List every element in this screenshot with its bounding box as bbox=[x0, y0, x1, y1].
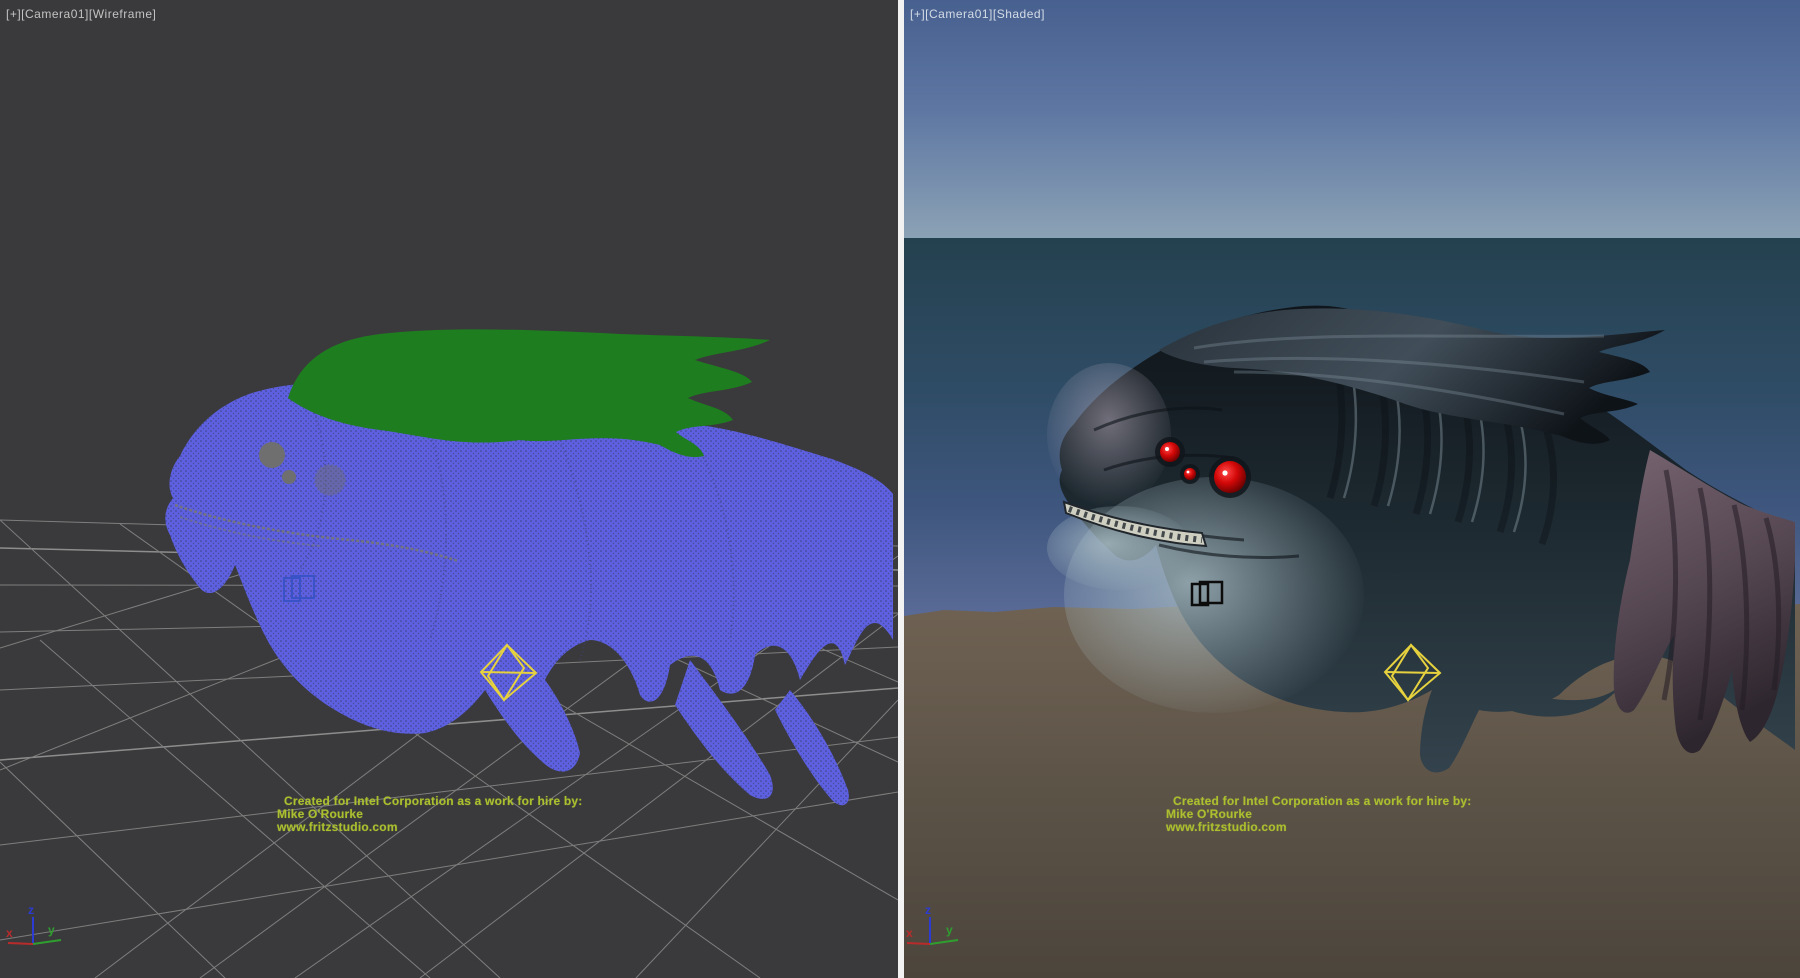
viewport-label-shaded[interactable]: [+][Camera01][Shaded] bbox=[910, 7, 1045, 21]
head-sheen bbox=[1047, 363, 1171, 507]
axis-y-label: y bbox=[946, 923, 953, 937]
axis-x-label: x bbox=[6, 926, 13, 940]
viewport-label-wireframe[interactable]: [+][Camera01][Wireframe] bbox=[6, 7, 156, 21]
axis-x-label: x bbox=[906, 926, 913, 940]
axis-tripod: z x y bbox=[0, 903, 80, 973]
axis-z-label: z bbox=[925, 903, 931, 917]
watermark-text: Created for Intel Corporation as a work … bbox=[1166, 795, 1471, 834]
watermark-line-3: www.fritzstudio.com bbox=[1166, 821, 1471, 834]
viewport-shaded[interactable]: [+][Camera01][Shaded] bbox=[904, 0, 1800, 978]
dual-viewport-stage: [+][Camera01][Wireframe] bbox=[0, 0, 1800, 978]
watermark-text: Created for Intel Corporation as a work … bbox=[277, 795, 582, 834]
watermark-line-3: www.fritzstudio.com bbox=[277, 821, 582, 834]
axis-tripod: z x y bbox=[904, 903, 984, 973]
viewport-wireframe[interactable]: [+][Camera01][Wireframe] bbox=[0, 0, 898, 978]
axis-y-label: y bbox=[48, 923, 55, 937]
axis-z-label: z bbox=[28, 903, 34, 917]
